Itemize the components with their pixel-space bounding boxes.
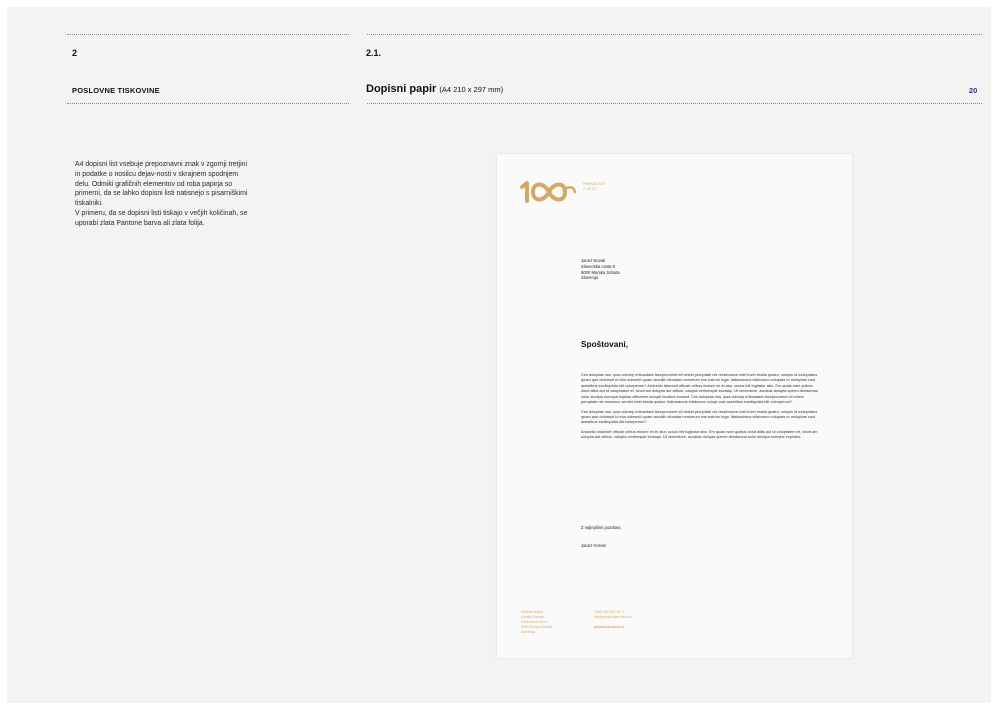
logo-tagline-line: V DEČU (583, 186, 598, 191)
bottom-rule-right (367, 103, 982, 104)
top-rule-left (67, 34, 349, 35)
recipient-address: Janez Novak Slovenska cesta 9 9000 Mursk… (581, 258, 620, 281)
letter-body: Ces doluptas nus, ipsa volorep eribusdan… (581, 372, 819, 444)
logo-100-icon: 100 (520, 181, 577, 203)
footer-contact: +386 (0)2 525 16 77 info@prekmurjev-deco… (594, 610, 632, 630)
letter-signer: Janez Horvat (581, 543, 606, 548)
top-rule-right (367, 34, 982, 35)
description-paragraph: V primeru, da se dopisni listi tiskajo v… (75, 209, 248, 227)
subsection-number: 2.1. (366, 48, 382, 58)
body-paragraph: Anduntio taturiorit officab oribus molor… (581, 428, 818, 440)
section-title: POSLOVNE TISKOVINE (72, 86, 160, 95)
document-title: Dopisni papir (A4 210 x 297 mm) (366, 83, 503, 95)
letterhead-sheet: 100 PREKMURJE V DEČU Janez Novak Slovens… (497, 154, 852, 658)
footer-email: info@prekmurjev-deco.si (594, 614, 632, 619)
body-paragraph: Ces doluptas nus, ipsa volorep eribusdan… (581, 372, 818, 404)
body-paragraph: Ces doluptas nus, ipsa volorep eribusdan… (581, 408, 818, 425)
description-text: A4 dopisni list vsebuje prepoznavni znak… (75, 160, 253, 229)
footer-website: prekmurjevdeco.si (594, 624, 624, 629)
footer-address: Mestna občina Murska Sobota Kardoševa ul… (521, 610, 552, 635)
document-dimensions: (A4 210 x 297 mm) (439, 85, 504, 94)
letter-greeting: Spoštovani, (581, 339, 629, 349)
bottom-rule-left (67, 103, 349, 104)
logo-tagline-line: PREKMURJE (583, 182, 606, 186)
address-line: Slovenija (581, 275, 598, 281)
letter-closing: Z najlepšimi pozdravi, (581, 525, 622, 530)
logo-tagline: PREKMURJE V DEČU (583, 182, 606, 191)
document-title-text: Dopisni papir (366, 83, 437, 95)
page-number: 20 (969, 86, 978, 95)
footer-line: Slovenija (521, 629, 535, 634)
description-paragraph: A4 dopisni list vsebuje prepoznavni znak… (75, 161, 248, 208)
address-line: Slovenska cesta 9 (581, 263, 615, 269)
section-number: 2 (72, 48, 78, 58)
